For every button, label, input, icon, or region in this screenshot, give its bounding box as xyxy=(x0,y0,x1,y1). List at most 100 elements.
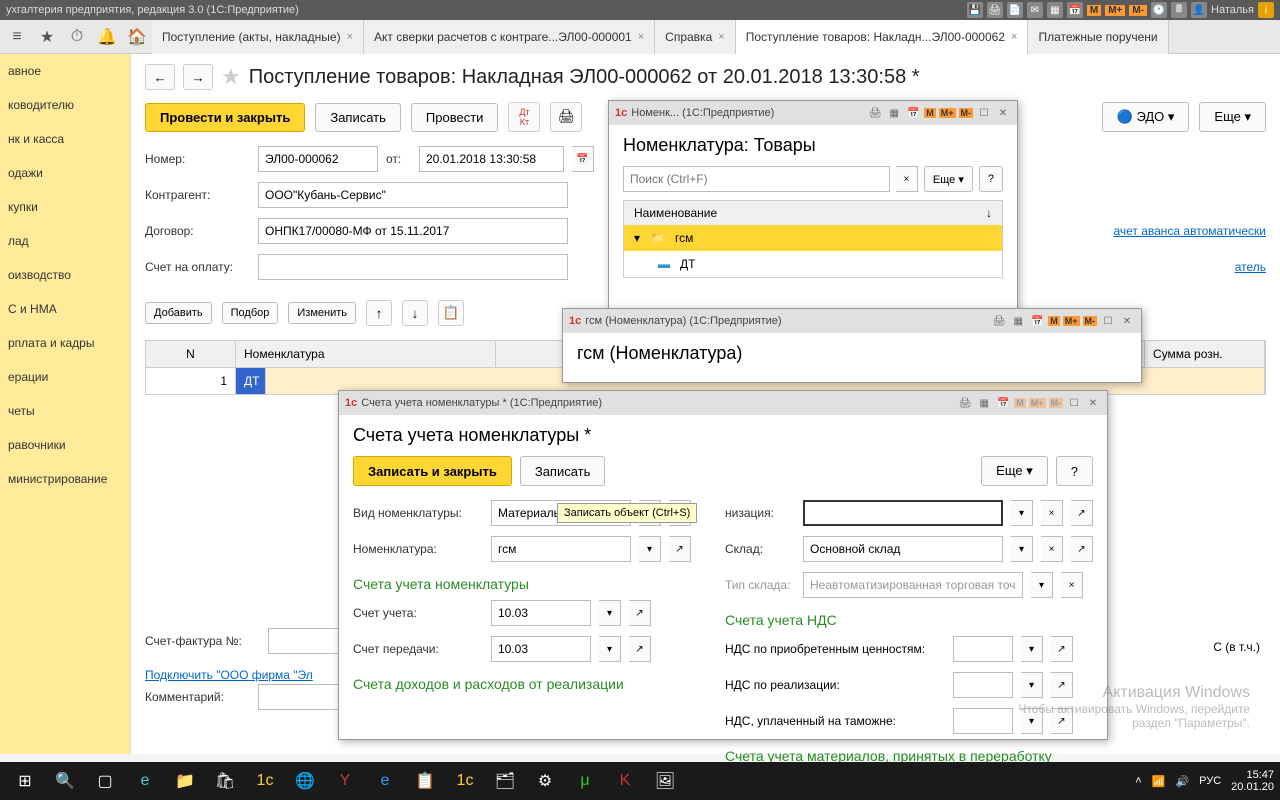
print-icon[interactable]: 🖨 xyxy=(957,395,973,411)
store-icon[interactable]: 🛍 xyxy=(206,765,244,797)
clock-icon[interactable]: 🕐 xyxy=(1151,2,1167,18)
schet-uch-input[interactable] xyxy=(491,600,591,626)
sidebar-item[interactable]: ерации xyxy=(0,360,130,394)
nds-real-input[interactable] xyxy=(953,672,1013,698)
m-button[interactable]: M xyxy=(924,108,936,118)
dropdown-icon[interactable]: ▾ xyxy=(599,600,621,626)
sender-link[interactable]: атель xyxy=(1235,260,1266,274)
tab-item[interactable]: Платежные поручени xyxy=(1028,20,1168,54)
edge-icon[interactable]: e xyxy=(126,765,164,797)
dtct-icon[interactable]: ДтКт xyxy=(508,102,540,132)
calendar-icon[interactable]: 📅 xyxy=(1067,2,1083,18)
m-minus-button[interactable]: M- xyxy=(1083,316,1098,326)
list-item[interactable]: ▬ ДТ xyxy=(624,251,1002,277)
nds-acq-input[interactable] xyxy=(953,636,1013,662)
open-icon[interactable]: ↗ xyxy=(629,600,651,626)
utorrent-icon[interactable]: μ xyxy=(566,765,604,797)
open-icon[interactable]: ↗ xyxy=(1071,500,1093,526)
sidebar-item[interactable]: ководителю xyxy=(0,88,130,122)
network-icon[interactable]: 📶 xyxy=(1152,775,1166,788)
mail-icon[interactable]: ✉ xyxy=(1027,2,1043,18)
m-plus-button[interactable]: M+ xyxy=(1029,398,1046,408)
close-icon[interactable]: × xyxy=(347,31,353,43)
volume-icon[interactable]: 🔊 xyxy=(1175,775,1189,788)
sidebar-item[interactable]: С и НМА xyxy=(0,292,130,326)
print-icon[interactable]: 🖨 xyxy=(987,2,1003,18)
nomk-input[interactable] xyxy=(491,536,631,562)
grid-icon[interactable]: ▦ xyxy=(976,395,992,411)
m-button[interactable]: M xyxy=(1048,316,1060,326)
calendar-icon[interactable]: 📅 xyxy=(905,105,921,121)
home-icon[interactable]: 🏠 xyxy=(122,22,152,52)
copy-icon[interactable]: 📋 xyxy=(438,300,464,326)
advance-link[interactable]: ачет аванса автоматически xyxy=(1113,224,1266,238)
contract-input[interactable] xyxy=(258,218,568,244)
dropdown-icon[interactable]: ▾ xyxy=(639,536,661,562)
sidebar-item[interactable]: министрирование xyxy=(0,462,130,496)
more-button[interactable]: Еще ▾ xyxy=(1199,102,1266,132)
save-close-button[interactable]: Записать и закрыть xyxy=(353,456,512,486)
cell-nomk[interactable]: ДТ xyxy=(236,368,266,394)
open-icon[interactable]: ↗ xyxy=(629,636,651,662)
app-icon[interactable]: 🖼 xyxy=(646,765,684,797)
dropdown-icon[interactable]: ▾ xyxy=(1011,536,1033,562)
calendar-icon[interactable]: 📅 xyxy=(572,146,594,172)
connect-link[interactable]: Подключить "ООО фирма "Эл xyxy=(145,668,313,682)
maximize-icon[interactable]: ☐ xyxy=(976,105,992,121)
save-button[interactable]: Записать xyxy=(315,103,401,132)
clock-time[interactable]: 15:47 xyxy=(1231,769,1274,781)
star-icon[interactable]: ★ xyxy=(32,22,62,52)
date-input[interactable] xyxy=(419,146,564,172)
close-icon[interactable]: × xyxy=(1011,31,1017,43)
yandex-icon[interactable]: Y xyxy=(326,765,364,797)
m-button[interactable]: M xyxy=(1087,5,1101,16)
dialog-titlebar[interactable]: 1c Счета учета номенклатуры * (1С:Предпр… xyxy=(339,391,1107,415)
clear-icon[interactable]: × xyxy=(896,166,918,192)
collapse-icon[interactable]: ▾ xyxy=(634,231,640,245)
search-icon[interactable]: 🔍 xyxy=(46,765,84,797)
dialog-titlebar[interactable]: 1c Номенк... (1С:Предприятие) 🖨 ▦ 📅 M M+… xyxy=(609,101,1017,125)
sidebar-item[interactable]: одажи xyxy=(0,156,130,190)
sklad-input[interactable] xyxy=(803,536,1003,562)
explorer-icon[interactable]: 📁 xyxy=(166,765,204,797)
calendar-icon[interactable]: 📅 xyxy=(1029,313,1045,329)
pick-button[interactable]: Подбор xyxy=(222,302,279,324)
app-icon[interactable]: ⚙ xyxy=(526,765,564,797)
open-icon[interactable]: ↗ xyxy=(669,536,691,562)
menu-icon[interactable]: ≡ xyxy=(2,22,32,52)
calendar-icon[interactable]: 📅 xyxy=(995,395,1011,411)
taskview-icon[interactable]: ▢ xyxy=(86,765,124,797)
move-up-icon[interactable]: ↑ xyxy=(366,300,392,326)
maximize-icon[interactable]: ☐ xyxy=(1066,395,1082,411)
1c-icon[interactable]: 1c xyxy=(246,765,284,797)
sidebar-item[interactable]: лад xyxy=(0,224,130,258)
more-button[interactable]: Еще ▾ xyxy=(924,166,973,192)
tray-expand-icon[interactable]: ˄ xyxy=(1135,775,1141,787)
ie-icon[interactable]: e xyxy=(366,765,404,797)
tab-item[interactable]: Акт сверки расчетов с контраге...ЭЛ00-00… xyxy=(364,20,655,54)
schet-per-input[interactable] xyxy=(491,636,591,662)
help-button[interactable]: ? xyxy=(979,166,1003,192)
m-plus-button[interactable]: M+ xyxy=(1105,5,1125,16)
info-icon[interactable]: i xyxy=(1258,2,1274,18)
m-plus-button[interactable]: M+ xyxy=(1063,316,1080,326)
post-close-button[interactable]: Провести и закрыть xyxy=(145,103,305,132)
edit-button[interactable]: Изменить xyxy=(288,302,356,324)
grid-icon[interactable]: ▦ xyxy=(1010,313,1026,329)
history-icon[interactable]: ⏱ xyxy=(62,22,92,52)
user-icon[interactable]: 👤 xyxy=(1191,2,1207,18)
add-button[interactable]: Добавить xyxy=(145,302,212,324)
open-icon[interactable]: ↗ xyxy=(1071,536,1093,562)
dropdown-icon[interactable]: ▾ xyxy=(1011,500,1033,526)
sidebar-item[interactable]: авное xyxy=(0,54,130,88)
help-button[interactable]: ? xyxy=(1056,456,1093,486)
edo-button[interactable]: 🔵 ЭДО ▾ xyxy=(1102,102,1190,132)
number-input[interactable] xyxy=(258,146,378,172)
contragent-input[interactable] xyxy=(258,182,568,208)
print-icon[interactable]: 🖨 xyxy=(991,313,1007,329)
clear-icon[interactable]: × xyxy=(1041,536,1063,562)
tab-item[interactable]: Поступление товаров: Накладн...ЭЛ00-0000… xyxy=(736,20,1029,54)
open-icon[interactable]: ↗ xyxy=(1051,636,1073,662)
move-down-icon[interactable]: ↓ xyxy=(402,300,428,326)
grid-icon[interactable]: ▦ xyxy=(886,105,902,121)
